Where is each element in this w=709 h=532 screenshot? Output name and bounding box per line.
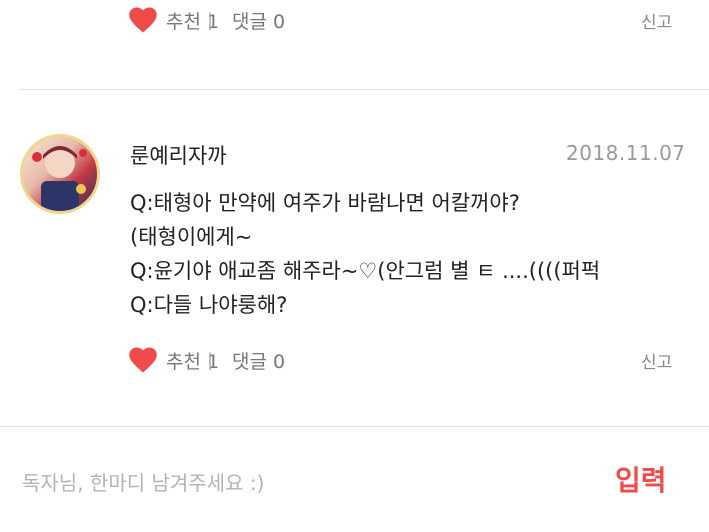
prev-comment-actions: 추천 1 | 댓글 0 신고 [0,0,709,40]
avatar-image [32,146,87,211]
comment-divider [20,89,709,90]
comment-author[interactable]: 룬예리자까 [130,140,227,170]
reply-count-button[interactable]: 댓글 0 [232,347,285,374]
comment-date: 2018.11.07 [566,141,686,165]
report-button[interactable]: 신고 [641,8,672,33]
submit-button[interactable]: 입력 [615,459,667,499]
input-divider [0,426,709,427]
comment-line: (태형이에게~ [130,225,253,249]
comment-line: Q:다들 나야룽해? [130,293,288,317]
comment-line: Q:태형아 만약에 여주가 바람나면 어칼꺼야? [130,191,520,215]
comment-input[interactable]: 독자님, 한마디 남겨주세요 :) [22,467,264,496]
comment-actions: 추천 1 | 댓글 0 신고 [0,340,709,380]
heart-icon[interactable] [128,346,158,374]
reply-count-button[interactable]: 댓글 0 [232,7,285,34]
action-separator: | [207,9,214,31]
report-button[interactable]: 신고 [641,348,672,373]
avatar[interactable] [20,134,100,214]
comment-body: Q:태형아 만약에 여주가 바람나면 어칼꺼야? (태형이에게~ Q:윤기야 애… [130,186,690,322]
action-separator: | [207,349,214,371]
comment-line: Q:윤기야 애교좀 해주라~♡(안그럼 별 ㅌ ....((((퍼퍽 [130,259,601,283]
heart-icon[interactable] [128,6,158,34]
